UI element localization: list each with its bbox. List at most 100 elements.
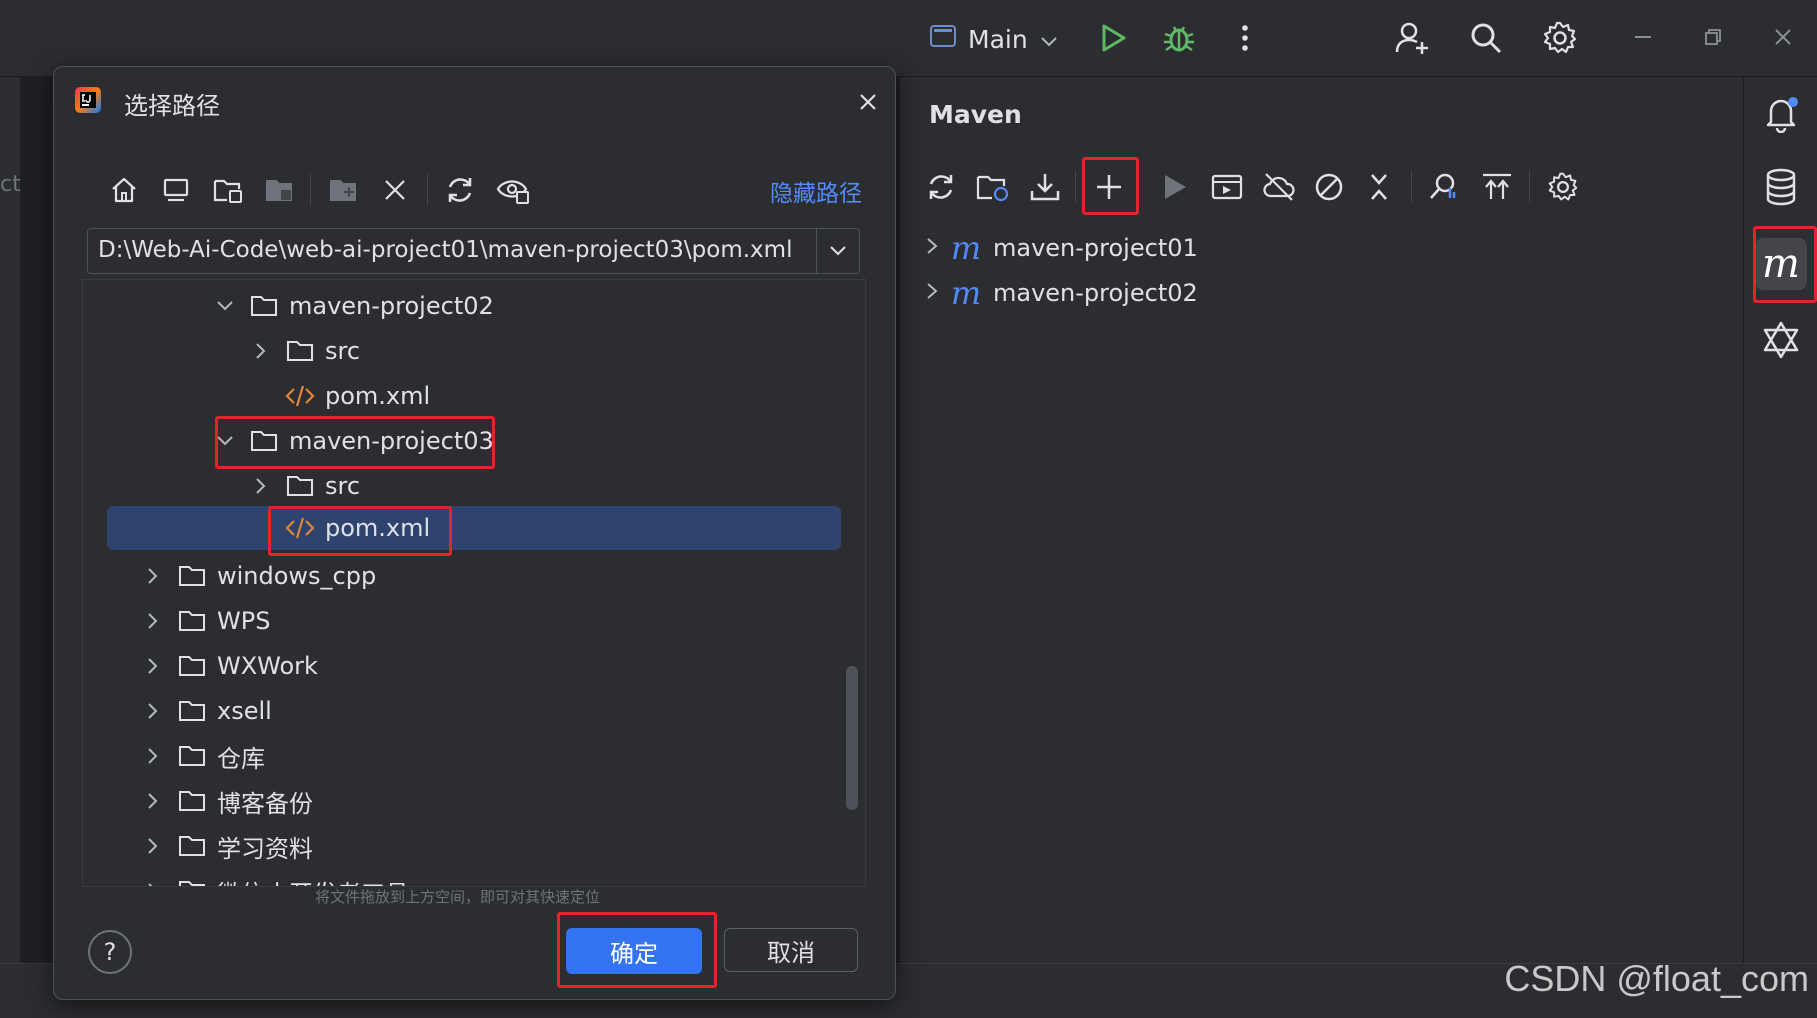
execute-goal-icon[interactable] <box>1205 165 1249 209</box>
show-dependencies-icon[interactable] <box>1422 165 1466 209</box>
path-input[interactable]: D:\Web-Ai-Code\web-ai-project01\maven-pr… <box>98 237 792 263</box>
tree-scrollbar[interactable] <box>846 666 858 810</box>
chevron-right-icon[interactable] <box>141 654 165 678</box>
collapse-icon[interactable] <box>1357 165 1401 209</box>
reload-icon[interactable] <box>919 165 963 209</box>
tree-row-label: pom.xml <box>325 382 431 410</box>
run-config-icon <box>930 24 956 54</box>
hide-path-link[interactable]: 隐藏路径 <box>770 174 862 208</box>
run-config-selector[interactable]: Main <box>930 22 1058 56</box>
folder-icon <box>177 833 207 859</box>
tree-row[interactable]: 仓库 <box>141 734 265 778</box>
folder-icon <box>285 473 315 499</box>
minimize-icon[interactable] <box>1623 22 1663 52</box>
tree-row[interactable]: 博客备份 <box>141 779 313 823</box>
dialog-title: 选择路径 <box>124 92 220 120</box>
watermark: CSDN @float_com <box>1504 958 1809 999</box>
project-folder-icon[interactable] <box>208 170 248 210</box>
new-folder-icon[interactable] <box>324 170 364 210</box>
maven-project-item[interactable]: m maven-project02 <box>925 273 1198 313</box>
run-icon[interactable] <box>1153 165 1197 209</box>
tree-row-label: WPS <box>217 607 271 635</box>
skip-tests-icon[interactable] <box>1307 165 1351 209</box>
notifications-icon[interactable] <box>1757 90 1805 138</box>
debug-icon[interactable] <box>1159 18 1199 58</box>
reload-folder-icon[interactable] <box>971 165 1015 209</box>
folder-icon <box>249 293 279 319</box>
folder-icon <box>177 788 207 814</box>
chevron-right-icon[interactable] <box>249 339 273 363</box>
chevron-right-icon[interactable] <box>141 564 165 588</box>
restore-icon[interactable] <box>1693 22 1733 52</box>
tree-row[interactable]: pom.xml <box>285 374 430 418</box>
tree-row[interactable]: xsell <box>141 689 272 733</box>
tree-row-label: src <box>325 337 361 365</box>
file-tree[interactable]: maven-project02 src pom.xml maven-projec… <box>82 279 866 887</box>
drag-drop-hint: 将文件拖放到上方空间，即可对其快速定位 <box>315 888 601 906</box>
database-icon[interactable] <box>1757 163 1805 211</box>
tree-row-label: 微信小开发者工具 <box>217 874 409 887</box>
chevron-right-icon[interactable] <box>925 279 939 307</box>
folder-icon <box>285 338 315 364</box>
left-tool-strip <box>0 77 21 963</box>
tree-row[interactable]: windows_cpp <box>141 554 376 598</box>
chevron-right-icon[interactable] <box>141 789 165 813</box>
offline-icon[interactable] <box>1257 165 1301 209</box>
chevron-down-icon[interactable] <box>816 229 859 273</box>
run-icon[interactable] <box>1093 18 1133 58</box>
maven-title: Maven <box>929 100 1022 129</box>
tree-row[interactable]: src <box>249 464 360 508</box>
ok-button-highlight <box>557 912 717 988</box>
download-icon[interactable] <box>1023 165 1067 209</box>
desktop-icon[interactable] <box>156 170 196 210</box>
ai-assistant-icon[interactable] <box>1757 316 1805 364</box>
folder-icon <box>177 608 207 634</box>
folder-icon <box>177 563 207 589</box>
tree-row-label: maven-project02 <box>289 292 494 320</box>
search-icon[interactable] <box>1466 18 1506 58</box>
chevron-down-icon[interactable] <box>213 294 237 318</box>
show-hidden-icon[interactable] <box>493 170 533 210</box>
chevron-right-icon[interactable] <box>141 609 165 633</box>
cancel-button[interactable]: 取消 <box>724 928 858 972</box>
maven-project-label: maven-project02 <box>993 279 1198 307</box>
pom-xml-highlight <box>268 506 452 556</box>
settings-icon[interactable] <box>1541 165 1585 209</box>
tree-row[interactable]: WPS <box>141 599 270 643</box>
home-icon[interactable] <box>104 170 144 210</box>
close-icon[interactable] <box>852 86 884 118</box>
path-field[interactable]: D:\Web-Ai-Code\web-ai-project01\maven-pr… <box>87 228 860 274</box>
maven-project03-highlight <box>215 416 495 469</box>
tree-row-label: xsell <box>217 697 272 725</box>
tree-row-label: 博客备份 <box>217 789 313 818</box>
help-button[interactable]: ? <box>88 930 132 974</box>
tree-row[interactable]: WXWork <box>141 644 318 688</box>
maven-project-label: maven-project01 <box>993 234 1198 262</box>
close-icon[interactable] <box>1763 22 1803 52</box>
more-vertical-icon[interactable] <box>1225 18 1265 58</box>
expand-all-icon[interactable] <box>1475 165 1519 209</box>
chevron-right-icon[interactable] <box>141 744 165 768</box>
chevron-right-icon[interactable] <box>925 234 939 262</box>
chevron-right-icon[interactable] <box>141 699 165 723</box>
chevron-down-icon <box>1040 25 1058 54</box>
run-config-label: Main <box>968 24 1028 54</box>
left-strip-text: ct <box>0 172 21 197</box>
maven-panel <box>900 77 1743 963</box>
refresh-icon[interactable] <box>440 170 480 210</box>
maven-project-item[interactable]: m maven-project01 <box>925 228 1198 268</box>
module-folder-icon[interactable] <box>260 170 300 210</box>
tree-row[interactable]: maven-project02 <box>213 284 494 328</box>
add-user-icon[interactable] <box>1392 18 1432 58</box>
folder-icon <box>177 878 207 886</box>
xml-file-icon <box>285 383 315 409</box>
delete-icon[interactable] <box>375 170 415 210</box>
tree-row[interactable]: 微信小开发者工具 <box>141 869 409 887</box>
chevron-right-icon[interactable] <box>141 834 165 858</box>
chevron-right-icon[interactable] <box>249 474 273 498</box>
tree-row[interactable]: 学习资料 <box>141 824 313 868</box>
folder-icon <box>177 653 207 679</box>
tree-row[interactable]: src <box>249 329 360 373</box>
settings-icon[interactable] <box>1540 18 1580 58</box>
chevron-right-icon[interactable] <box>141 879 165 886</box>
